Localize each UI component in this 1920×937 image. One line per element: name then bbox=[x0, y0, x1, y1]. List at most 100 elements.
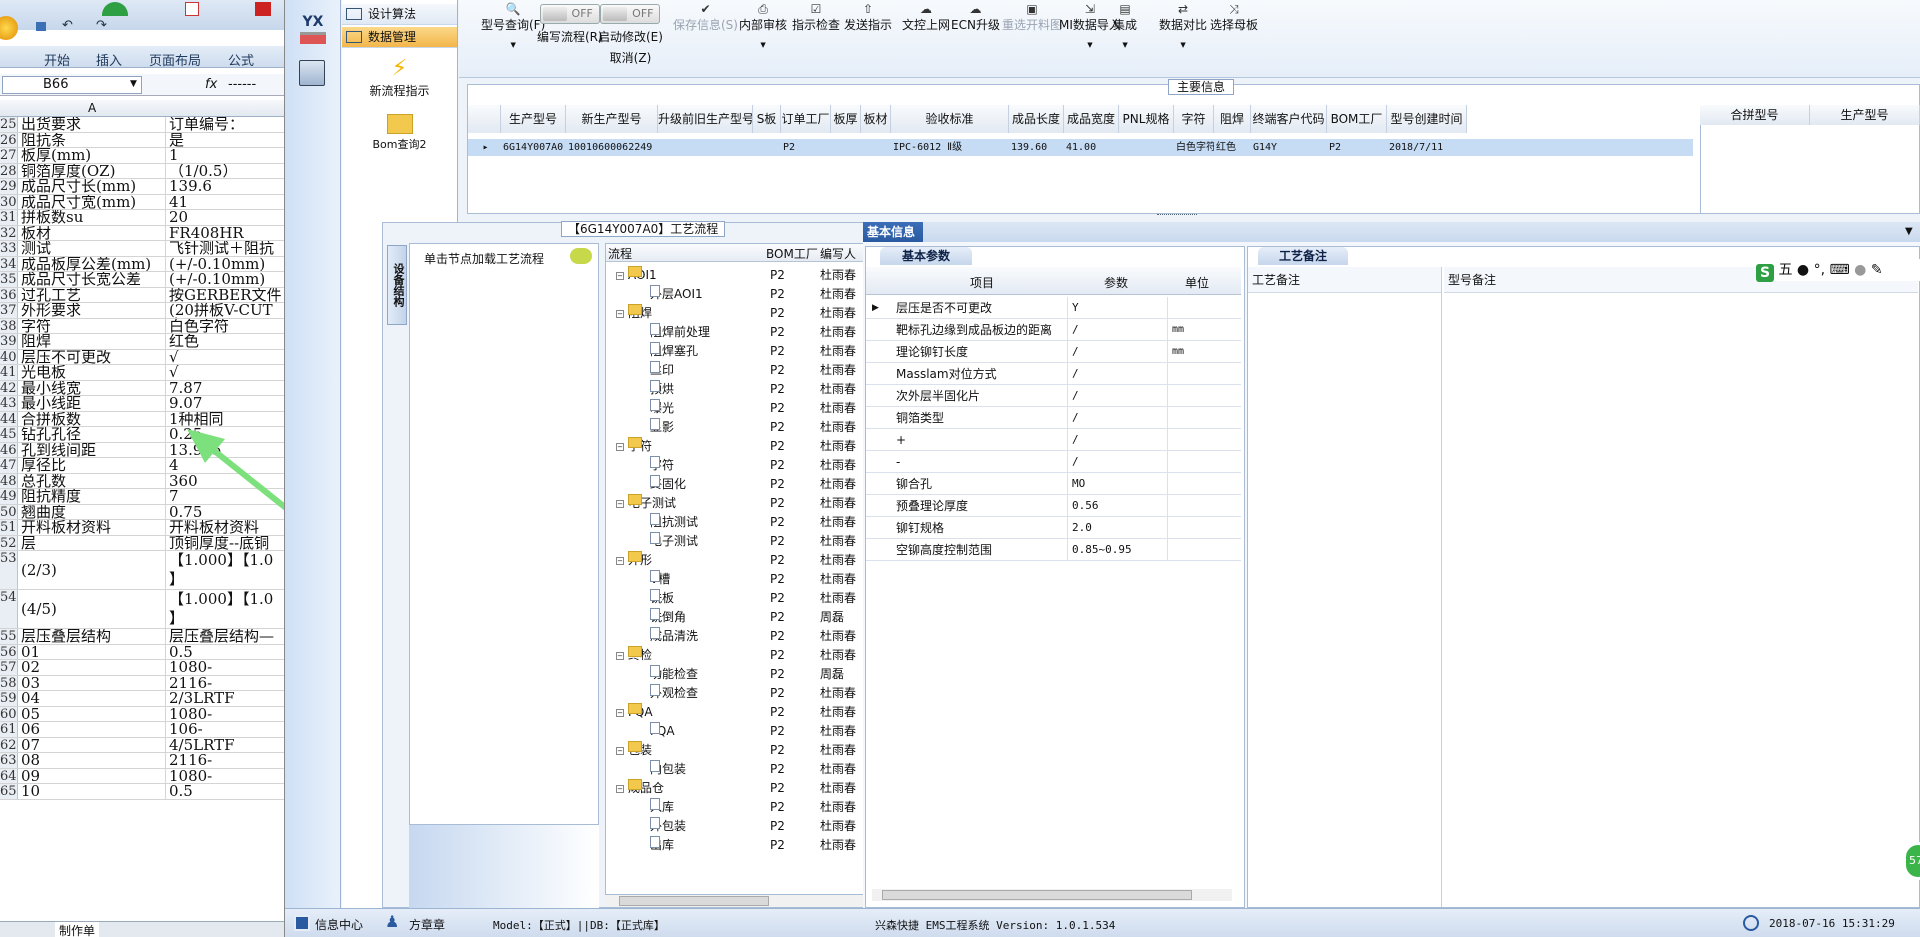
ribbon-tab-formulas[interactable]: 公式 bbox=[228, 50, 254, 69]
params-grid[interactable]: ▶ 层压是否不可更改 Y 靶标孔边缘到成品板边的距离 / mm 理论铆钉长度 / mm Massl… bbox=[866, 297, 1241, 577]
cell-b[interactable]: (20拼板V-CUT交 bbox=[168, 303, 284, 318]
grid-cell[interactable]: 139.60 bbox=[1009, 139, 1064, 156]
params-column-header[interactable]: 参数 bbox=[1070, 274, 1162, 291]
cell-a[interactable]: 孔到线间距 bbox=[20, 442, 166, 457]
column-header[interactable]: 板材 bbox=[861, 105, 891, 133]
cell-b[interactable]: 20 bbox=[168, 210, 284, 225]
cell-b[interactable]: (+/-0.10mm) bbox=[168, 257, 284, 272]
grid-cell[interactable]: G14Y bbox=[1251, 139, 1327, 156]
param-value[interactable]: / bbox=[1072, 363, 1168, 385]
param-row[interactable]: 铆合孔 MO bbox=[866, 473, 1241, 495]
hscroll-thumb[interactable] bbox=[882, 890, 1192, 900]
excel-row[interactable]: 33 测试 飞针测试＋阻抗 bbox=[0, 241, 284, 257]
cell-a[interactable]: 03 bbox=[20, 675, 166, 690]
param-value[interactable]: / bbox=[1072, 429, 1168, 451]
param-value[interactable]: 0.56 bbox=[1072, 495, 1168, 517]
grid-cell[interactable] bbox=[658, 139, 753, 156]
remarks-tab[interactable]: 工艺备注 bbox=[1258, 247, 1348, 265]
cell-a[interactable]: 光电板 bbox=[20, 365, 166, 380]
expand-icon[interactable]: − bbox=[616, 272, 624, 280]
param-row[interactable]: Masslam对位方式 / bbox=[866, 363, 1241, 385]
excel-row[interactable]: 57021080-FR408HR65 bbox=[0, 660, 284, 676]
cell-b[interactable]: 139.6 bbox=[168, 179, 284, 194]
cell-b[interactable]: 订单编号：POK1 bbox=[168, 117, 284, 132]
cell-b[interactable]: 层压叠层结构— bbox=[168, 629, 284, 644]
cell-a[interactable]: 最小线宽 bbox=[20, 380, 166, 395]
right-column-header[interactable]: 合拼型号 bbox=[1700, 105, 1810, 125]
menu-item-data-mgmt[interactable]: 数据管理 bbox=[342, 27, 457, 48]
cell-a[interactable]: 外形要求 bbox=[20, 303, 166, 318]
column-header[interactable]: 新生产型号 bbox=[566, 105, 658, 133]
param-row[interactable]: + / bbox=[866, 429, 1241, 451]
floating-badge[interactable]: 57 bbox=[1903, 842, 1920, 880]
cell-a[interactable]: 板材 bbox=[20, 225, 166, 240]
cell-a[interactable]: 01 bbox=[20, 644, 166, 659]
param-value[interactable]: / bbox=[1072, 319, 1168, 341]
tree-column-header[interactable]: 编写人 bbox=[820, 245, 856, 262]
param-row[interactable]: 次外层半固化片 / bbox=[866, 385, 1241, 407]
expand-icon[interactable]: − bbox=[616, 747, 624, 755]
excel-row[interactable]: 55 层压叠层结构 层压叠层结构— bbox=[0, 629, 284, 645]
excel-row[interactable]: 28 铜箔厚度(OZ) （1/0.5） bbox=[0, 163, 284, 179]
column-header[interactable]: 生产型号 bbox=[501, 105, 566, 133]
collapse-icon[interactable]: ▼ bbox=[1905, 226, 1913, 237]
cell-b[interactable]: 是 bbox=[168, 133, 284, 148]
column-header[interactable]: 型号创建时间 bbox=[1387, 105, 1467, 133]
expand-icon[interactable]: − bbox=[616, 557, 624, 565]
cell-a[interactable]: 04 bbox=[20, 691, 166, 706]
cell-a[interactable]: 板厚(mm) bbox=[20, 148, 166, 163]
cell-b[interactable]: 41 bbox=[168, 195, 284, 210]
cell-b[interactable]: 106-FR408HR75 bbox=[168, 722, 284, 737]
param-item[interactable]: 铆钉规格 bbox=[896, 517, 1068, 539]
sheet-tab-active[interactable]: 制作单 bbox=[55, 922, 100, 937]
cell-b[interactable]: 9.07 bbox=[168, 396, 284, 411]
splitter-handle[interactable] bbox=[1157, 214, 1197, 217]
pdf2-icon[interactable] bbox=[255, 2, 271, 16]
toolbar-button[interactable]: ⎙ 内部审核 ▼ bbox=[739, 2, 787, 49]
excel-row[interactable]: 39 阻焊 红色 bbox=[0, 334, 284, 350]
cell-b[interactable]: (+/-0.10mm) bbox=[168, 272, 284, 287]
cell-b[interactable]: 2116-FR408HR55 bbox=[168, 676, 284, 691]
excel-row[interactable]: 36 过孔工艺 按GERBER文件 bbox=[0, 287, 284, 303]
column-header[interactable]: 板厚 bbox=[831, 105, 861, 133]
cell-a[interactable]: 07 bbox=[20, 737, 166, 752]
param-item[interactable]: 预叠理论厚度 bbox=[896, 495, 1068, 517]
cell-a[interactable]: 阻焊 bbox=[20, 334, 166, 349]
excel-row[interactable]: 25出货要求订单编号：POK1 bbox=[0, 117, 284, 133]
cell-b[interactable]: 白色字符 bbox=[168, 319, 284, 334]
name-box[interactable]: B66 bbox=[2, 76, 142, 94]
cell-a[interactable]: 过孔工艺 bbox=[20, 287, 166, 302]
cell-b[interactable]: 1种相同 bbox=[168, 412, 284, 427]
grid-cell[interactable]: P2 bbox=[1327, 139, 1387, 156]
cell-b[interactable]: 按GERBER文件 bbox=[168, 288, 284, 303]
main-info-selected-row[interactable]: ▸ 6G14Y007A0 10010600062249 P2 IPC-6012 Ⅱ级 13… bbox=[468, 139, 1693, 156]
toolbar-button[interactable]: ⇲ MI数据导入 ▼ bbox=[1059, 2, 1121, 49]
cell-b[interactable]: 0.5 bbox=[168, 784, 284, 799]
name-box-dropdown-icon[interactable]: ▼ bbox=[130, 79, 137, 89]
column-a-header[interactable]: A bbox=[88, 101, 96, 115]
param-item[interactable]: Masslam对位方式 bbox=[896, 363, 1068, 385]
param-item[interactable]: 层压是否不可更改 bbox=[896, 297, 1068, 319]
excel-row[interactable]: 34 成品板厚公差(mm) (+/-0.10mm) bbox=[0, 256, 284, 272]
info-center-label[interactable]: 信息中心 bbox=[315, 916, 363, 933]
fx-icon[interactable]: fx bbox=[205, 77, 217, 92]
cell-a[interactable]: 阻抗条 bbox=[20, 132, 166, 147]
shortcut-bom-query[interactable]: Bom查询2 bbox=[342, 114, 457, 152]
toolbar-button[interactable]: ☑ 指示检查 bbox=[792, 2, 840, 33]
cell-b[interactable]: √ bbox=[168, 350, 284, 365]
cell-b[interactable]: 2116-FR408HR55 bbox=[168, 753, 284, 768]
param-value[interactable]: Y bbox=[1072, 297, 1168, 319]
expand-icon[interactable]: − bbox=[616, 652, 624, 660]
column-header[interactable]: S板 bbox=[753, 105, 781, 133]
expand-icon[interactable]: − bbox=[616, 709, 624, 717]
cell-a[interactable]: 05 bbox=[20, 706, 166, 721]
cell-b[interactable]: 7.87 bbox=[168, 381, 284, 396]
hscroll-thumb[interactable] bbox=[619, 896, 769, 906]
cell-b[interactable]: （1/0.5） bbox=[168, 164, 284, 179]
param-value[interactable]: MO bbox=[1072, 473, 1168, 495]
cell-a[interactable]: 10 bbox=[20, 784, 166, 799]
param-value[interactable]: 0.85~0.95 bbox=[1072, 539, 1168, 561]
grid-cell[interactable]: P2 bbox=[781, 139, 831, 156]
toolbar-button[interactable]: ⇧ 发送指示 bbox=[844, 2, 892, 33]
save-icon[interactable] bbox=[36, 22, 46, 31]
